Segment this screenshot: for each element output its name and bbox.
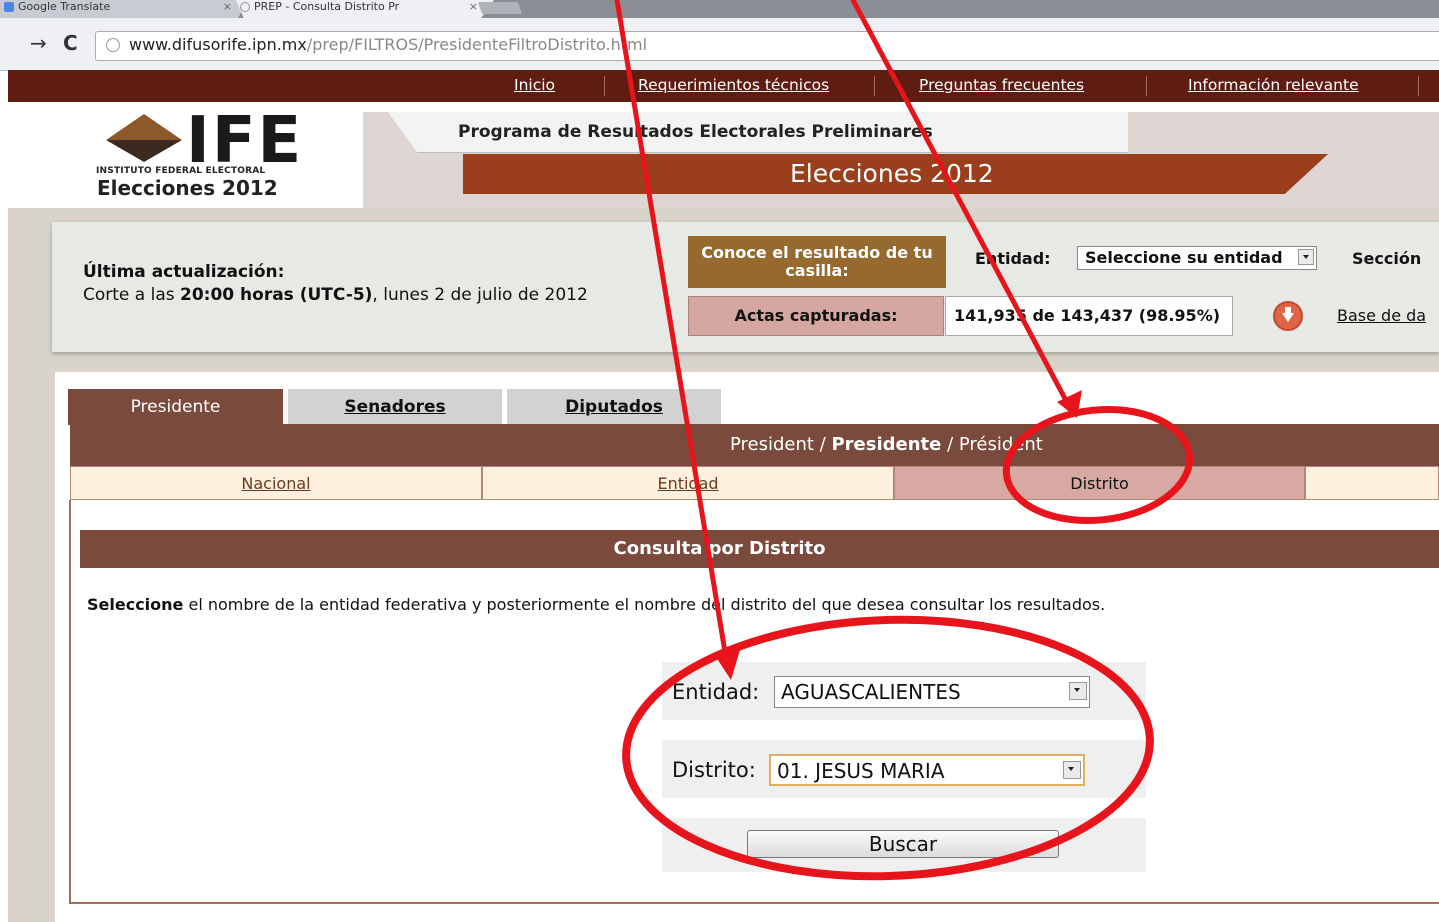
nav-informacion[interactable]: Información relevante bbox=[1188, 75, 1359, 95]
logo-institute: INSTITUTO FEDERAL ELECTORAL bbox=[96, 166, 266, 176]
google-translate-icon bbox=[4, 2, 14, 12]
subtab-nacional[interactable]: Nacional bbox=[70, 466, 482, 500]
last-update-label: Última actualización: bbox=[83, 262, 285, 282]
entidad-select[interactable]: Seleccione su entidad bbox=[1077, 246, 1317, 270]
nav-requerimientos[interactable]: Requerimientos técnicos bbox=[638, 75, 829, 95]
know-result-box: Conoce el resultado de tu casilla: bbox=[688, 236, 946, 288]
close-icon[interactable]: × bbox=[469, 0, 478, 14]
divider bbox=[604, 76, 605, 96]
subtab-distrito[interactable]: Distrito bbox=[894, 466, 1305, 500]
divider bbox=[874, 76, 875, 96]
presidente-title: President / Presidente / Président bbox=[730, 434, 1043, 455]
buscar-button[interactable]: Buscar bbox=[747, 830, 1059, 858]
database-link[interactable]: Base de da bbox=[1337, 306, 1426, 325]
globe-icon bbox=[106, 38, 120, 52]
browser-toolbar: → C www.difusorife.ipn.mx/prep/FILTROS/P… bbox=[0, 18, 1439, 71]
dropdown-arrow-icon[interactable] bbox=[1063, 761, 1081, 779]
browser-tab-translate[interactable]: Google Translate × bbox=[0, 0, 248, 18]
logo-diamond-top bbox=[106, 114, 182, 140]
instructions: Seleccione el nombre de la entidad feder… bbox=[87, 595, 1106, 614]
tab-presidente[interactable]: Presidente bbox=[68, 389, 283, 425]
globe-icon bbox=[240, 2, 250, 12]
seccion-label: Sección bbox=[1352, 249, 1422, 268]
program-title: Programa de Resultados Electorales Preli… bbox=[458, 122, 933, 142]
site-header: IFE INSTITUTO FEDERAL ELECTORAL Eleccion… bbox=[8, 102, 1439, 208]
url-text: www.difusorife.ipn.mx/prep/FILTROS/Presi… bbox=[129, 35, 648, 54]
dropdown-arrow-icon[interactable] bbox=[1298, 249, 1314, 265]
tab-title: PREP - Consulta Distrito Pr bbox=[254, 0, 400, 13]
tab-senadores[interactable]: Senadores bbox=[288, 389, 502, 425]
nav-inicio[interactable]: Inicio bbox=[514, 75, 555, 95]
reload-icon[interactable]: C bbox=[63, 30, 78, 56]
dropdown-arrow-icon[interactable] bbox=[1069, 682, 1087, 700]
distrito-dropdown[interactable]: 01. JESUS MARIA bbox=[769, 754, 1085, 786]
forward-icon[interactable]: → bbox=[30, 30, 47, 56]
entidad-label: Entidad: bbox=[975, 249, 1051, 268]
nav-preguntas[interactable]: Preguntas frecuentes bbox=[919, 75, 1084, 95]
logo-diamond-bottom bbox=[106, 140, 182, 162]
browser-tab-strip: Google Translate × PREP - Consulta Distr… bbox=[0, 0, 1439, 18]
divider bbox=[1146, 76, 1147, 96]
divider bbox=[1418, 76, 1419, 96]
logo-text: IFE bbox=[186, 104, 304, 178]
actas-value: 141,935 de 143,437 (98.95%) bbox=[945, 296, 1233, 336]
tab-diputados[interactable]: Diputados bbox=[507, 389, 721, 425]
consulta-title: Consulta por Distrito bbox=[80, 530, 1439, 568]
close-icon[interactable]: × bbox=[223, 0, 232, 14]
top-navigation: Inicio Requerimientos técnicos Preguntas… bbox=[8, 70, 1439, 102]
new-tab-button[interactable] bbox=[477, 2, 523, 14]
actas-label: Actas capturadas: bbox=[688, 296, 944, 336]
subtab-entidad[interactable]: Entidad bbox=[482, 466, 894, 500]
logo-elecciones: Elecciones 2012 bbox=[97, 176, 278, 200]
tab-title: Google Translate bbox=[18, 0, 111, 13]
elecciones-title: Elecciones 2012 bbox=[790, 159, 994, 188]
download-icon[interactable] bbox=[1273, 301, 1303, 331]
entidad-field-label: Entidad: bbox=[672, 680, 760, 704]
distrito-field-label: Distrito: bbox=[672, 758, 756, 782]
address-bar[interactable]: www.difusorife.ipn.mx/prep/FILTROS/Presi… bbox=[95, 31, 1439, 61]
ife-logo[interactable]: IFE INSTITUTO FEDERAL ELECTORAL Eleccion… bbox=[91, 104, 304, 207]
subtab-extra[interactable] bbox=[1305, 466, 1439, 500]
entidad-dropdown[interactable]: AGUASCALIENTES bbox=[774, 676, 1090, 708]
cutoff-time: Corte a las 20:00 horas (UTC-5), lunes 2… bbox=[83, 285, 588, 305]
browser-tab-prep[interactable]: PREP - Consulta Distrito Pr × bbox=[236, 0, 494, 18]
